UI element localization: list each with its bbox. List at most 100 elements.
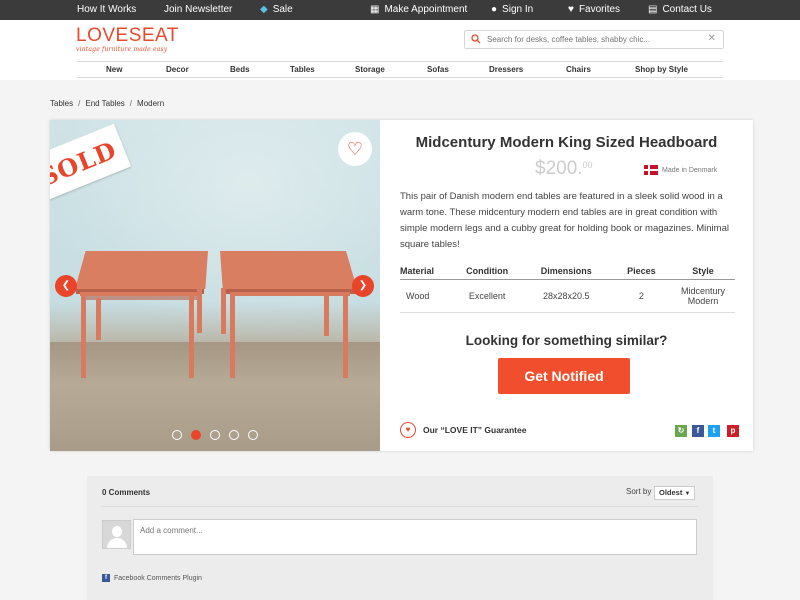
carousel-dot[interactable] (210, 430, 220, 440)
contact-us-link[interactable]: ▤ Contact Us (648, 0, 712, 20)
nav-item-new[interactable]: New (106, 62, 122, 77)
spec-value-row: Wood Excellent 28x28x20.5 2 Midcentury M… (400, 279, 735, 313)
heart-icon: ♥ (568, 4, 574, 15)
spec-header-row: Material Condition Dimensions Pieces Sty… (400, 264, 735, 280)
breadcrumb: Tables / End Tables / Modern (50, 99, 164, 108)
nav-item-tables[interactable]: Tables (290, 62, 315, 77)
carousel-dot[interactable] (248, 430, 258, 440)
search-bar: ✕ (464, 30, 724, 49)
made-in-text: Made in Denmark (662, 166, 718, 174)
product-photo: SOLD ♡ ❮ ❯ (50, 120, 380, 451)
nav-item-decor[interactable]: Decor (166, 62, 189, 77)
carousel-dot[interactable] (172, 430, 182, 440)
product-title: Midcentury Modern King Sized Headboard (415, 134, 718, 151)
contact-us-label: Contact Us (662, 4, 712, 15)
brand-tagline: vintage furniture made easy (76, 46, 168, 53)
sort-value: Oldest (659, 488, 683, 497)
calendar-icon: ▦ (370, 4, 380, 15)
favorite-button[interactable]: ♡ (338, 132, 372, 166)
heart-outline-icon: ♡ (346, 138, 364, 159)
share-icon[interactable]: ↻ (675, 425, 687, 437)
nav-item-dressers[interactable]: Dressers (489, 62, 523, 77)
user-icon: ● (491, 4, 498, 15)
spec-header-material: Material (400, 264, 454, 280)
nav-item-shop-by-style[interactable]: Shop by Style (635, 62, 688, 77)
how-it-works-label: How It Works (77, 4, 137, 15)
brand-name: LOVESEAT (76, 25, 179, 46)
spec-pieces: 2 (611, 279, 671, 313)
product-description: This pair of Danish modern end tables ar… (400, 191, 729, 250)
breadcrumb-end-tables[interactable]: End Tables (85, 99, 124, 108)
sort-by-label: Sort by (626, 487, 652, 496)
breadcrumb-separator: / (129, 99, 133, 108)
chevron-down-icon: ▼ (684, 491, 691, 497)
sale-link[interactable]: ◆ Sale (260, 0, 293, 20)
twitter-icon[interactable]: t (708, 425, 720, 437)
make-appointment-link[interactable]: ▦ Make Appointment (370, 0, 467, 20)
facebook-icon: f (102, 574, 110, 582)
get-notified-button[interactable]: Get Notified (498, 358, 630, 394)
how-it-works-link[interactable]: How It Works (77, 0, 136, 20)
spec-header-dimensions: Dimensions (520, 264, 612, 280)
denmark-flag-icon (644, 165, 658, 175)
similar-heading: Looking for something similar? (465, 333, 668, 348)
avatar (102, 520, 131, 549)
breadcrumb-modern[interactable]: Modern (137, 99, 164, 108)
comments-divider (101, 506, 698, 507)
sign-in-link[interactable]: ● Sign In (491, 0, 533, 20)
spec-header-condition: Condition (453, 264, 521, 280)
price-cents: 00 (582, 160, 593, 170)
spec-header-pieces: Pieces (611, 264, 671, 280)
spec-style: Midcentury Modern (670, 279, 735, 313)
breadcrumb-tables[interactable]: Tables (50, 99, 73, 108)
make-appointment-label: Make Appointment (384, 4, 468, 15)
spec-condition: Excellent (453, 279, 521, 313)
top-utility-bar: How It Works Join Newsletter ◆ Sale ▦ Make… (0, 0, 800, 20)
carousel-prev-button[interactable]: ❮ (55, 275, 77, 297)
price-row: $200.00 Made in Denmark (380, 156, 753, 186)
site-header: LOVESEAT vintage furniture made easy ✕ N… (0, 20, 800, 80)
site-logo[interactable]: LOVESEAT vintage furniture made easy (76, 25, 179, 54)
breadcrumb-separator: / (78, 99, 81, 108)
favorites-link[interactable]: ♥ Favorites (568, 0, 620, 20)
product-details: Midcentury Modern King Sized Headboard $… (380, 120, 753, 451)
origin-label: Made in Denmark (644, 165, 717, 175)
spec-material: Wood (400, 279, 454, 313)
category-nav: New Decor Beds Tables Storage Sofas Dres… (77, 61, 723, 78)
price-main: $200. (535, 158, 583, 179)
nav-item-beds[interactable]: Beds (230, 62, 250, 77)
pinterest-icon[interactable]: p (727, 425, 739, 437)
facebook-plugin-label[interactable]: f Facebook Comments Plugin (102, 574, 202, 582)
spec-table: Material Condition Dimensions Pieces Sty… (400, 264, 735, 313)
spec-header-style: Style (670, 264, 735, 280)
comment-input[interactable] (140, 526, 680, 548)
sort-select[interactable]: Oldest ▼ (654, 486, 695, 500)
comment-box (133, 519, 697, 555)
chevron-left-icon: ❮ (61, 280, 71, 291)
tag-icon: ◆ (260, 4, 268, 15)
nav-item-sofas[interactable]: Sofas (427, 62, 449, 77)
search-icon[interactable] (471, 34, 481, 47)
nav-item-chairs[interactable]: Chairs (566, 62, 591, 77)
heart-badge-icon: ♥ (400, 422, 416, 438)
clear-search-icon[interactable]: ✕ (708, 33, 716, 44)
carousel-dot[interactable] (191, 430, 201, 440)
carousel-next-button[interactable]: ❯ (352, 275, 374, 297)
facebook-icon[interactable]: f (692, 425, 704, 437)
product-card: SOLD ♡ ❮ ❯ Midcentury Modern King Sized … (50, 120, 753, 451)
spec-dimensions: 28x28x20.5 (520, 279, 612, 313)
search-input[interactable] (487, 33, 697, 46)
card-icon: ▤ (648, 4, 658, 15)
nav-item-storage[interactable]: Storage (355, 62, 385, 77)
plugin-label: Facebook Comments Plugin (114, 574, 202, 582)
join-newsletter-label: Join Newsletter (164, 4, 233, 15)
comment-count: 0 Comments (102, 488, 151, 497)
comments-panel: 0 Comments Sort by Oldest ▼ f Facebook Co… (87, 476, 713, 600)
chevron-right-icon: ❯ (358, 280, 368, 291)
carousel-dot[interactable] (229, 430, 239, 440)
product-price: $200.00 (535, 158, 593, 180)
guarantee-label: Our “LOVE IT” Guarantee (423, 425, 527, 435)
join-newsletter-link[interactable]: Join Newsletter (164, 0, 232, 20)
sale-label: Sale (272, 4, 293, 15)
love-it-guarantee[interactable]: ♥ Our “LOVE IT” Guarantee (400, 422, 527, 438)
